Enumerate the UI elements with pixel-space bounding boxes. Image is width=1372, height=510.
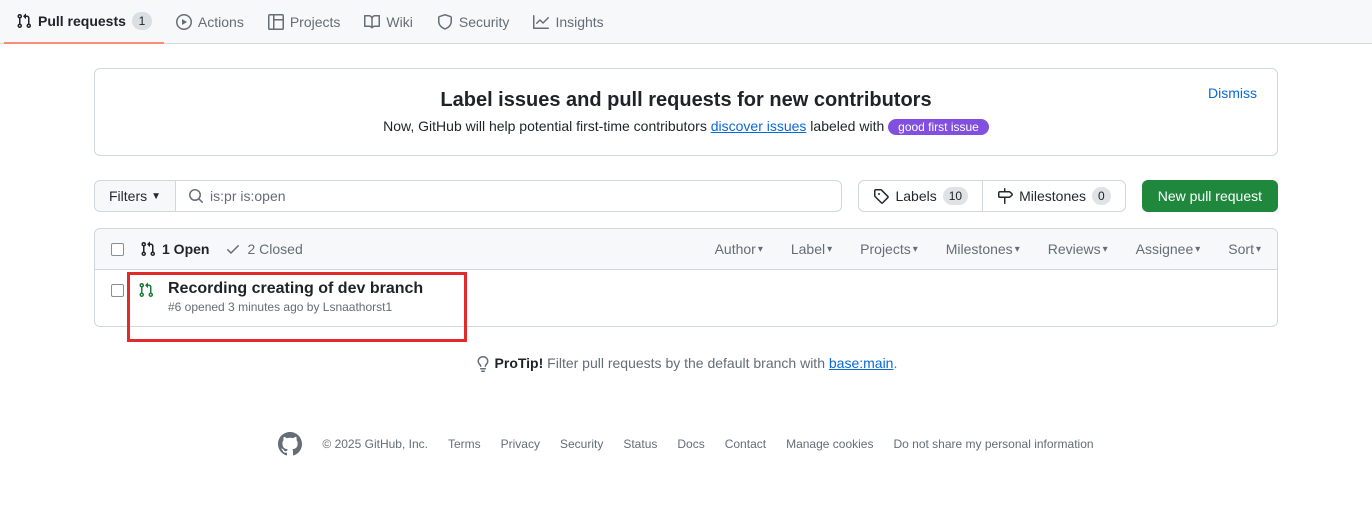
footer-security[interactable]: Security (560, 437, 603, 451)
tab-pull-requests[interactable]: Pull requests 1 (4, 0, 164, 44)
toolbar: Filters ▼ Labels 10 Milestones 0 New pul… (94, 180, 1278, 212)
pr-row-wrapper: Recording creating of dev branch #6 open… (95, 270, 1277, 326)
tag-icon (873, 188, 889, 204)
open-state-link[interactable]: 1 Open (140, 241, 209, 257)
contributor-banner: Dismiss Label issues and pull requests f… (94, 68, 1278, 156)
footer-copyright: © 2025 GitHub, Inc. (322, 437, 428, 451)
open-pr-icon (138, 282, 154, 298)
footer-dont-share[interactable]: Do not share my personal information (893, 437, 1093, 451)
milestone-icon (997, 188, 1013, 204)
main-container: Dismiss Label issues and pull requests f… (78, 68, 1294, 372)
footer-docs[interactable]: Docs (677, 437, 704, 451)
filters-button[interactable]: Filters ▼ (95, 181, 176, 211)
lightbulb-icon (475, 356, 491, 372)
labels-count: 10 (943, 187, 968, 205)
filter-projects[interactable]: Projects▾ (860, 241, 918, 257)
footer-cookies[interactable]: Manage cookies (786, 437, 873, 451)
milestones-count: 0 (1092, 187, 1111, 205)
filter-reviews[interactable]: Reviews▾ (1048, 241, 1108, 257)
search-icon (188, 188, 204, 204)
filter-milestones[interactable]: Milestones▾ (946, 241, 1020, 257)
select-all-checkbox[interactable] (111, 243, 124, 256)
filter-assignee[interactable]: Assignee▾ (1136, 241, 1201, 257)
footer: © 2025 GitHub, Inc. Terms Privacy Securi… (0, 412, 1372, 486)
tab-projects-label: Projects (290, 14, 341, 30)
footer-terms[interactable]: Terms (448, 437, 481, 451)
table-icon (268, 14, 284, 30)
banner-title: Label issues and pull requests for new c… (119, 89, 1253, 112)
pr-list-header: 1 Open 2 Closed Author▾ Label▾ Projects▾… (95, 229, 1277, 270)
tab-insights-label: Insights (555, 14, 603, 30)
milestones-button[interactable]: Milestones 0 (982, 181, 1125, 211)
tab-security-label: Security (459, 14, 510, 30)
filter-sort[interactable]: Sort▾ (1228, 241, 1261, 257)
caret-down-icon: ▼ (151, 191, 161, 202)
header-filters: Author▾ Label▾ Projects▾ Milestones▾ Rev… (715, 241, 1261, 257)
book-icon (364, 14, 380, 30)
search-input[interactable] (210, 188, 829, 204)
dismiss-link[interactable]: Dismiss (1208, 85, 1257, 101)
pull-requests-count: 1 (132, 12, 152, 30)
git-pull-request-icon (140, 241, 156, 257)
new-pull-request-button[interactable]: New pull request (1142, 180, 1278, 212)
closed-state-link[interactable]: 2 Closed (225, 241, 302, 257)
pr-checkbox[interactable] (111, 284, 124, 297)
graph-icon (533, 14, 549, 30)
good-first-issue-label: good first issue (888, 119, 989, 135)
labels-milestones-group: Labels 10 Milestones 0 (858, 180, 1125, 212)
footer-status[interactable]: Status (623, 437, 657, 451)
tab-pull-requests-label: Pull requests (38, 13, 126, 29)
footer-contact[interactable]: Contact (725, 437, 766, 451)
filter-label[interactable]: Label▾ (791, 241, 832, 257)
play-icon (176, 14, 192, 30)
tab-insights[interactable]: Insights (521, 0, 615, 44)
pr-list-item: Recording creating of dev branch #6 open… (95, 270, 1277, 326)
protip-link[interactable]: base:main (829, 355, 894, 371)
tab-security[interactable]: Security (425, 0, 522, 44)
check-icon (225, 241, 241, 257)
footer-privacy[interactable]: Privacy (501, 437, 540, 451)
git-pull-request-icon (16, 13, 32, 29)
tab-wiki-label: Wiki (386, 14, 412, 30)
shield-icon (437, 14, 453, 30)
pr-content: Recording creating of dev branch #6 open… (168, 280, 423, 314)
tab-wiki[interactable]: Wiki (352, 0, 424, 44)
tab-projects[interactable]: Projects (256, 0, 353, 44)
search-wrapper (176, 181, 841, 211)
tab-actions-label: Actions (198, 14, 244, 30)
banner-text: Now, GitHub will help potential first-ti… (119, 118, 1253, 135)
pr-title-link[interactable]: Recording creating of dev branch (168, 280, 423, 298)
filter-author[interactable]: Author▾ (715, 241, 763, 257)
protip: ProTip! Filter pull requests by the defa… (94, 355, 1278, 372)
labels-button[interactable]: Labels 10 (859, 181, 982, 211)
pr-meta: #6 opened 3 minutes ago by Lsnaathorst1 (168, 300, 423, 314)
filters-search-group: Filters ▼ (94, 180, 842, 212)
discover-issues-link[interactable]: discover issues (711, 118, 807, 134)
repo-nav: Pull requests 1 Actions Projects Wiki Se… (0, 0, 1372, 44)
tab-actions[interactable]: Actions (164, 0, 256, 44)
pr-list-box: 1 Open 2 Closed Author▾ Label▾ Projects▾… (94, 228, 1278, 327)
github-logo-icon (278, 432, 302, 456)
